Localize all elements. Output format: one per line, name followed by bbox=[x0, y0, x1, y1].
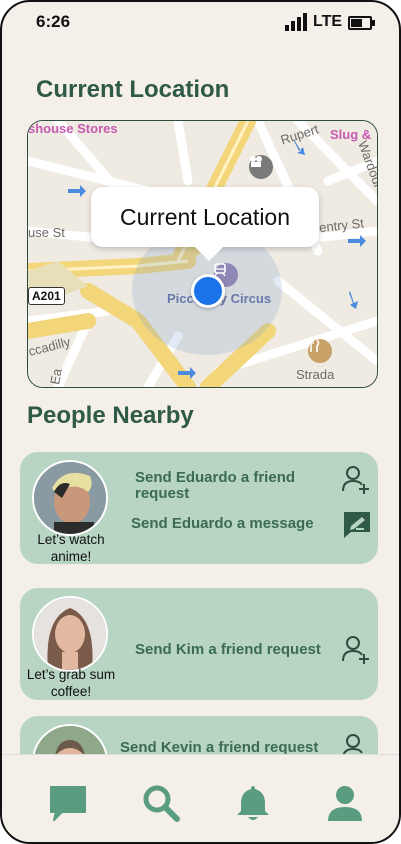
add-friend-icon[interactable] bbox=[340, 634, 370, 664]
road-badge: A201 bbox=[28, 287, 65, 305]
bottom-tab-bar bbox=[2, 754, 399, 842]
person-status: Let’s grab sum coffee! bbox=[26, 667, 116, 699]
status-time: 6:26 bbox=[36, 12, 71, 31]
person-status: Let’s watch anime! bbox=[37, 532, 105, 564]
friend-request-link[interactable]: Send Kim a friend request bbox=[135, 642, 345, 658]
tab-chat[interactable] bbox=[46, 781, 90, 825]
people-nearby-title: People Nearby bbox=[27, 402, 194, 429]
tab-search[interactable] bbox=[139, 781, 183, 825]
map-view[interactable]: shouse Stores Rupert Slug & Wardour use … bbox=[27, 120, 378, 388]
friend-request-link[interactable]: Send Eduardo a friend request bbox=[135, 470, 335, 502]
send-message-link[interactable]: Send Eduardo a message bbox=[131, 516, 341, 532]
tab-notifications[interactable] bbox=[231, 781, 275, 825]
tab-profile[interactable] bbox=[323, 781, 367, 825]
map-label-strada: Strada bbox=[296, 367, 335, 382]
restaurant-icon[interactable] bbox=[308, 339, 332, 363]
avatar[interactable] bbox=[32, 596, 108, 672]
status-bar: 6:26 LTE bbox=[2, 2, 399, 42]
map-label-ea: Ea bbox=[47, 367, 65, 386]
current-location-title: Current Location bbox=[36, 76, 230, 103]
message-icon[interactable] bbox=[342, 510, 372, 540]
network-type: LTE bbox=[313, 13, 343, 30]
bell-icon bbox=[237, 786, 269, 820]
search-icon bbox=[143, 785, 180, 822]
phone-frame: 6:26 LTE Current Location shouse Stores … bbox=[0, 0, 401, 844]
person-card: Let’s watch anime! Send Eduardo a friend… bbox=[20, 452, 378, 564]
map-label-stores: shouse Stores bbox=[28, 121, 118, 136]
current-location-pin bbox=[191, 274, 225, 308]
current-location-callout: Current Location bbox=[91, 187, 319, 261]
map-label-house-st: use St bbox=[28, 225, 65, 240]
cinema-icon[interactable] bbox=[249, 155, 273, 179]
person-card: Let’s grab sum coffee! Send Kim a friend… bbox=[20, 588, 378, 700]
chat-icon bbox=[50, 786, 86, 821]
avatar[interactable] bbox=[32, 460, 108, 536]
profile-icon bbox=[328, 786, 362, 821]
signal-icon bbox=[285, 13, 307, 31]
battery-icon bbox=[348, 16, 375, 30]
add-friend-icon[interactable] bbox=[340, 464, 370, 494]
